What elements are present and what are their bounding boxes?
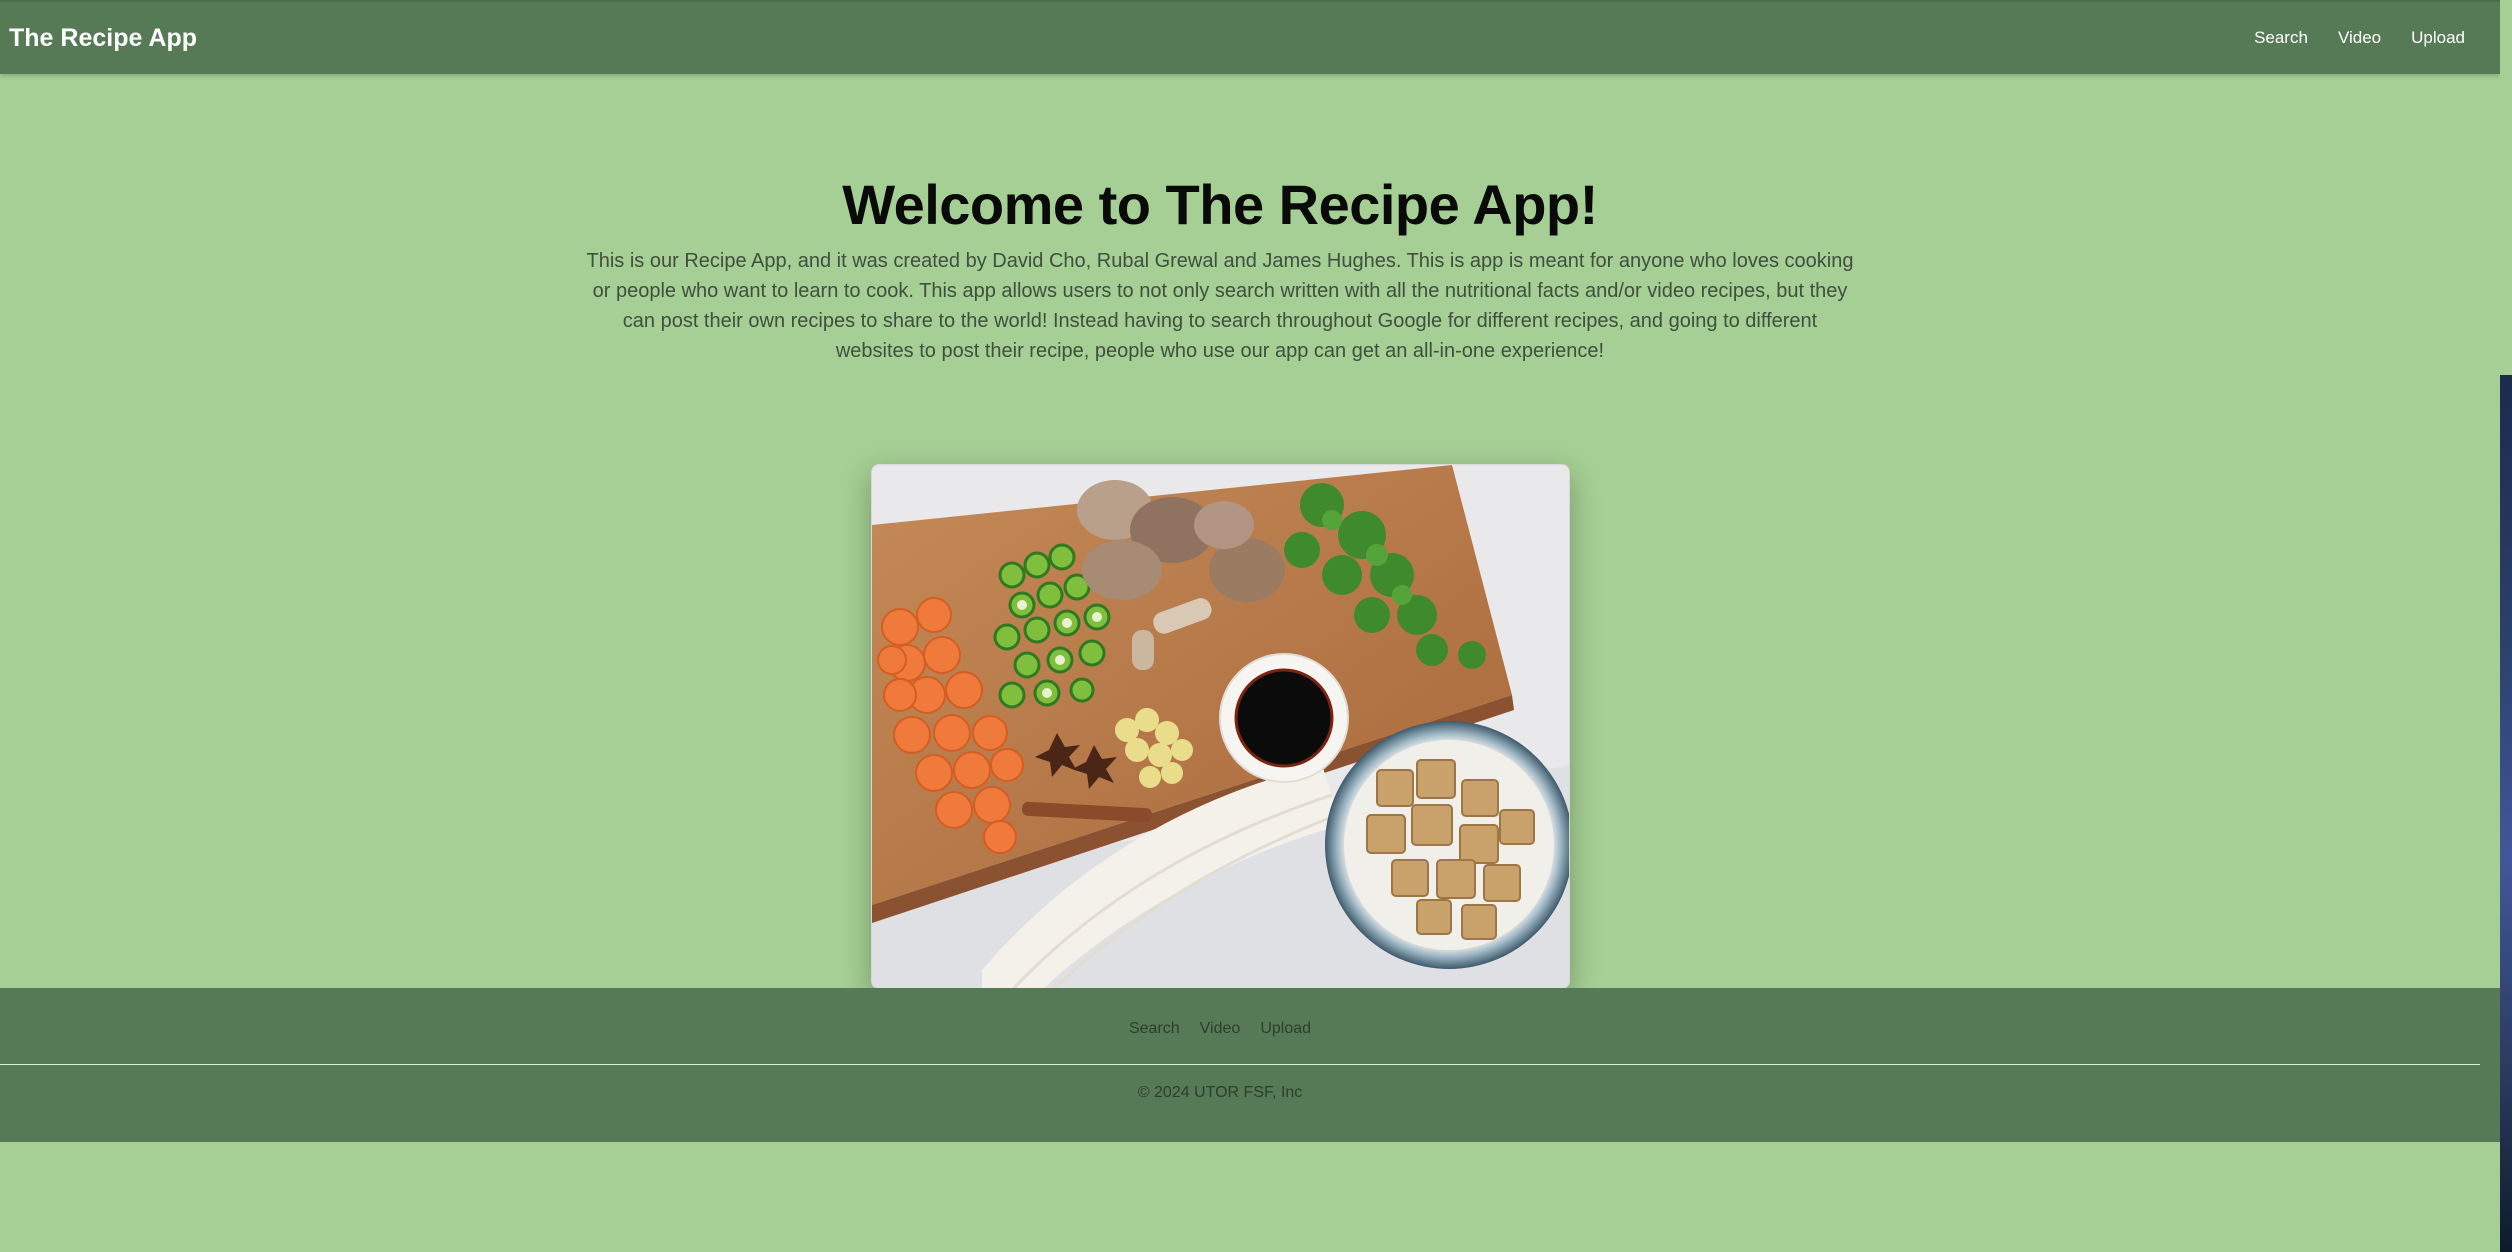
page-title: Welcome to The Recipe App! <box>842 173 1598 236</box>
footer-link-search[interactable]: Search <box>1119 1020 1190 1038</box>
copyright-text: © 2024 UTOR FSF, Inc <box>1137 1084 1303 1101</box>
hero-description: This is our Recipe App, and it was creat… <box>586 250 1854 362</box>
hero-food-image <box>871 464 1570 989</box>
nav-links: Search Video Upload <box>2239 28 2480 48</box>
navbar: The Recipe App Search Video Upload <box>0 0 2500 74</box>
footer: Search Video Upload © 2024 UTOR FSF, Inc <box>0 988 2500 1142</box>
nav-link-video[interactable]: Video <box>2323 28 2396 48</box>
footer-link-video[interactable]: Video <box>1190 1020 1251 1038</box>
background-window-fragment <box>2500 375 2512 1252</box>
page: The Recipe App Search Video Upload Welco… <box>0 0 2500 1252</box>
nav-link-search[interactable]: Search <box>2239 28 2323 48</box>
nav-link-upload[interactable]: Upload <box>2396 28 2480 48</box>
brand-link[interactable]: The Recipe App <box>9 24 197 53</box>
footer-links: Search Video Upload <box>0 1020 2440 1038</box>
footer-divider <box>0 1064 2480 1065</box>
footer-link-upload[interactable]: Upload <box>1250 1020 1321 1038</box>
